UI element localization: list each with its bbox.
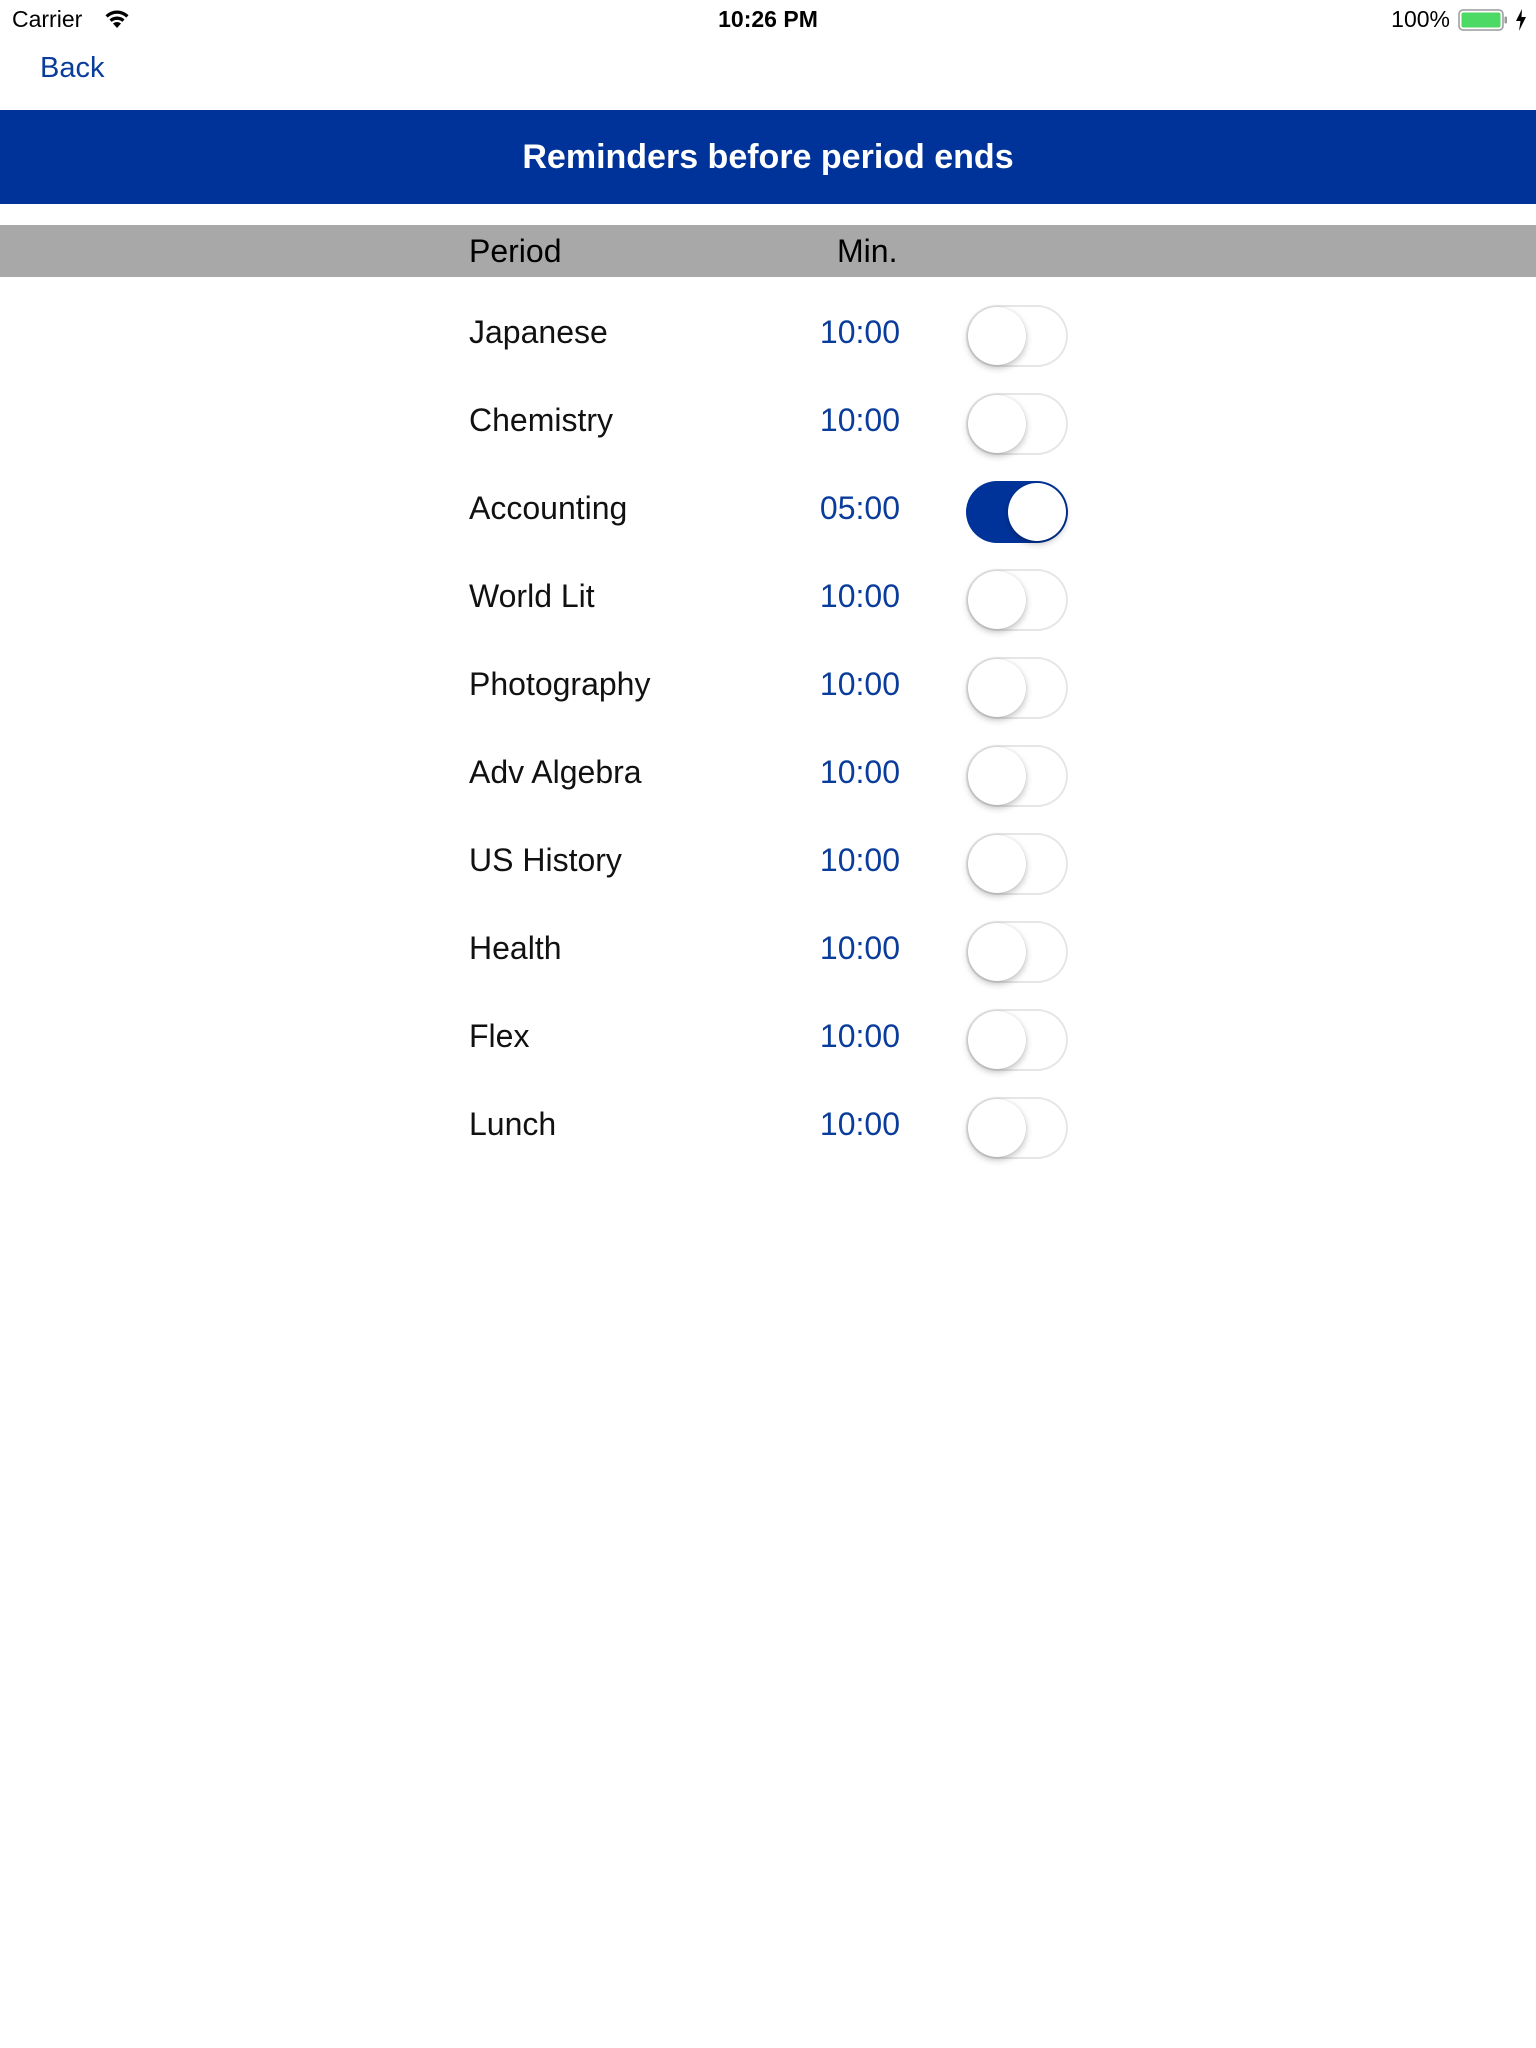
toggle-knob [1008,483,1066,541]
back-button[interactable]: Back [40,52,104,85]
toggle-knob [968,1099,1026,1157]
period-name: Adv Algebra [469,754,642,790]
reminder-toggle[interactable] [966,305,1068,367]
table-row: Health 10:00 [0,908,1536,996]
period-column-header: Period [469,233,562,269]
period-name: Accounting [469,490,628,526]
period-name: Chemistry [469,402,614,438]
reminder-minutes[interactable]: 10:00 [780,578,900,615]
reminder-toggle[interactable] [966,745,1068,807]
reminder-toggle[interactable] [966,393,1068,455]
page-title: Reminders before period ends [522,137,1014,176]
table-row: Photography 10:00 [0,644,1536,732]
table-row: Lunch 10:00 [0,1084,1536,1172]
reminder-toggle[interactable] [966,569,1068,631]
period-name: Japanese [469,314,608,350]
table-row: US History 10:00 [0,820,1536,908]
reminder-minutes[interactable]: 05:00 [780,490,900,527]
charging-bolt-icon [1516,9,1526,31]
reminder-toggle[interactable] [966,1009,1068,1071]
toggle-knob [968,1011,1026,1069]
reminder-toggle[interactable] [966,921,1068,983]
min-column-header: Min. [837,233,898,269]
toggle-knob [968,659,1026,717]
reminder-toggle[interactable] [966,1097,1068,1159]
period-name: Health [469,930,562,966]
reminder-minutes[interactable]: 10:00 [780,930,900,967]
toggle-knob [968,747,1026,805]
period-name: Flex [469,1018,530,1054]
reminder-minutes[interactable]: 10:00 [780,402,900,439]
reminder-minutes[interactable]: 10:00 [780,1106,900,1143]
reminder-minutes[interactable]: 10:00 [780,314,900,351]
table-row: Japanese 10:00 [0,292,1536,380]
table-header: Period Min. [0,225,1536,277]
status-bar: Carrier 10:26 PM 100% [0,0,1536,40]
reminder-minutes[interactable]: 10:00 [780,1018,900,1055]
clock: 10:26 PM [718,6,818,32]
table-row: Flex 10:00 [0,996,1536,1084]
toggle-knob [968,307,1026,365]
reminder-toggle[interactable] [966,833,1068,895]
period-name: Lunch [469,1106,557,1142]
reminder-minutes[interactable]: 10:00 [780,754,900,791]
toggle-knob [968,395,1026,453]
period-list: Japanese 10:00 Chemistry 10:00 Accounting 05:… [0,292,1536,1172]
battery-icon [1458,9,1507,31]
reminder-toggle[interactable] [966,657,1068,719]
reminder-toggle[interactable] [966,481,1068,543]
toggle-knob [968,923,1026,981]
period-name: World Lit [469,578,595,614]
period-name: US History [469,842,622,878]
reminder-minutes[interactable]: 10:00 [780,666,900,703]
table-row: Chemistry 10:00 [0,380,1536,468]
battery-percent: 100% [1391,6,1450,32]
title-bar: Reminders before period ends [0,110,1536,204]
table-row: Adv Algebra 10:00 [0,732,1536,820]
toggle-knob [968,835,1026,893]
table-row: Accounting 05:00 [0,468,1536,556]
toggle-knob [968,571,1026,629]
period-name: Photography [469,666,651,702]
reminder-minutes[interactable]: 10:00 [780,842,900,879]
table-row: World Lit 10:00 [0,556,1536,644]
